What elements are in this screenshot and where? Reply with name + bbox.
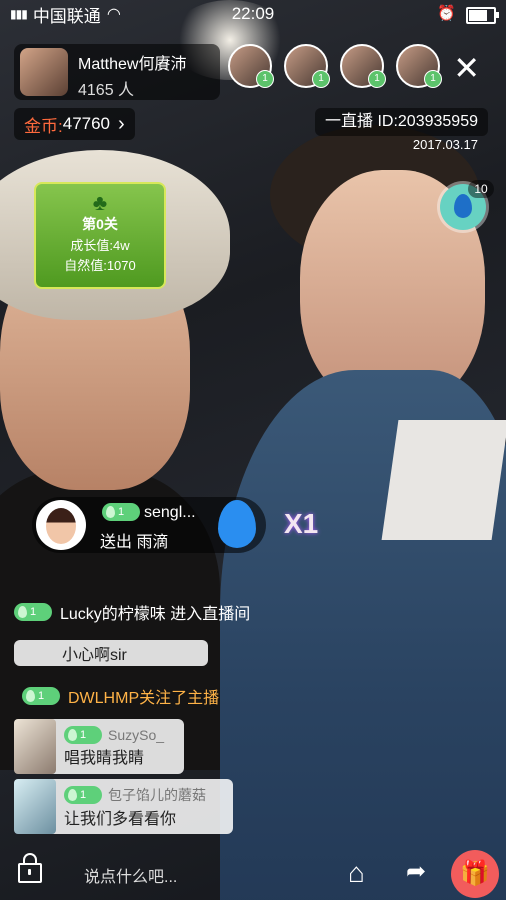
host-card[interactable]: Matthew何賡沛 4165 人 bbox=[14, 44, 220, 100]
water-drop-icon bbox=[454, 194, 472, 218]
gift-multiplier: X1 bbox=[284, 508, 319, 539]
level-card[interactable]: ♣ 第0关 成长值:4w 自然值:1070 bbox=[34, 182, 166, 289]
level-badge: 1 bbox=[22, 687, 60, 705]
coins-button[interactable]: 金币: 47760 › bbox=[14, 108, 135, 140]
close-icon[interactable]: ✕ bbox=[453, 52, 480, 84]
chat-text: 让我们多看看你 bbox=[64, 810, 177, 828]
chat-join-message: 1 Lucky的柠檬味 进入直播间 bbox=[14, 600, 250, 624]
chat-text: Lucky的柠檬味 进入直播间 bbox=[60, 606, 251, 623]
tree-icon: ♣ bbox=[92, 190, 108, 215]
chevron-right-icon: › bbox=[118, 112, 125, 135]
chat-username: SuzySo_ bbox=[108, 726, 165, 743]
chat-message[interactable]: 小心啊sir bbox=[14, 640, 208, 666]
viewer-count: 4165 人 bbox=[78, 82, 135, 99]
person-right-shirt bbox=[381, 420, 506, 540]
level-badge: 1 bbox=[64, 785, 102, 804]
host-avatar[interactable] bbox=[20, 48, 68, 96]
chat-message[interactable]: 1 SuzySo_ 唱我睛我睛 bbox=[14, 719, 184, 774]
chat-username: 包子馅儿的蘑菇 bbox=[108, 786, 206, 803]
status-bar: ▮▮▮ 中国联通 ◠ 22:09 ⏰ bbox=[0, 0, 506, 28]
bottom-bar: 说点什么吧... ⌂ ➦ bbox=[0, 845, 506, 900]
chat-message[interactable]: 1 包子馅儿的蘑菇 让我们多看看你 bbox=[14, 779, 233, 834]
level-badge: 1 bbox=[64, 725, 102, 744]
room-id: 一直播 ID:203935959 bbox=[315, 108, 488, 136]
chat-body: 1 包子馅儿的蘑菇 让我们多看看你 bbox=[56, 781, 216, 833]
clock: 22:09 bbox=[231, 4, 275, 23]
sender-name: sengl... bbox=[144, 504, 196, 521]
chat-input[interactable]: 说点什么吧... bbox=[84, 863, 177, 887]
alarm-icon: ⏰ bbox=[437, 5, 456, 22]
viewer-avatar-list: 1 1 1 1 bbox=[228, 44, 442, 88]
gift-icon[interactable]: 🎁 bbox=[451, 850, 499, 898]
level-badge: 1 bbox=[312, 70, 330, 88]
chat-avatar[interactable] bbox=[14, 779, 56, 834]
level-badge: 1 bbox=[14, 603, 52, 621]
lock-icon[interactable] bbox=[18, 853, 42, 883]
coins-label: 金币: bbox=[24, 116, 63, 136]
share-icon[interactable]: ➦ bbox=[406, 857, 426, 886]
level-stage: 第0关 bbox=[82, 216, 118, 232]
viewer-avatar[interactable]: 1 bbox=[228, 44, 274, 88]
chat-text: 唱我睛我睛 bbox=[64, 749, 145, 767]
water-count-badge: 10 bbox=[468, 180, 494, 198]
level-badge: 1 bbox=[368, 70, 386, 88]
chat-text: DWLHMP关注了主播 bbox=[68, 690, 220, 707]
chat-body: 1 SuzySo_ 唱我睛我睛 bbox=[56, 722, 174, 772]
host-name: Matthew何賡沛 bbox=[78, 56, 187, 73]
chat-avatar[interactable] bbox=[14, 719, 56, 774]
battery-icon bbox=[466, 7, 499, 24]
broadcast-date: 2017.03.17 bbox=[412, 137, 478, 152]
chat-text: 小心啊sir bbox=[62, 647, 127, 664]
chat-body: 小心啊sir bbox=[14, 637, 137, 669]
viewer-avatar[interactable]: 1 bbox=[340, 44, 386, 88]
home-icon[interactable]: ⌂ bbox=[348, 857, 365, 889]
growth-value: 成长值:4w bbox=[70, 238, 130, 253]
coins-value: 47760 bbox=[62, 114, 111, 133]
gift-message: 送出 雨滴 bbox=[100, 534, 169, 551]
viewer-avatar[interactable]: 1 bbox=[284, 44, 330, 88]
nature-value: 自然值:1070 bbox=[64, 258, 136, 273]
level-badge: 1 bbox=[256, 70, 274, 88]
level-badge: 1 bbox=[102, 503, 140, 521]
sender-avatar[interactable] bbox=[36, 500, 86, 550]
viewer-avatar[interactable]: 1 bbox=[396, 44, 442, 88]
chat-follow-message: 1 DWLHMP关注了主播 bbox=[22, 684, 219, 708]
level-badge: 1 bbox=[424, 70, 442, 88]
